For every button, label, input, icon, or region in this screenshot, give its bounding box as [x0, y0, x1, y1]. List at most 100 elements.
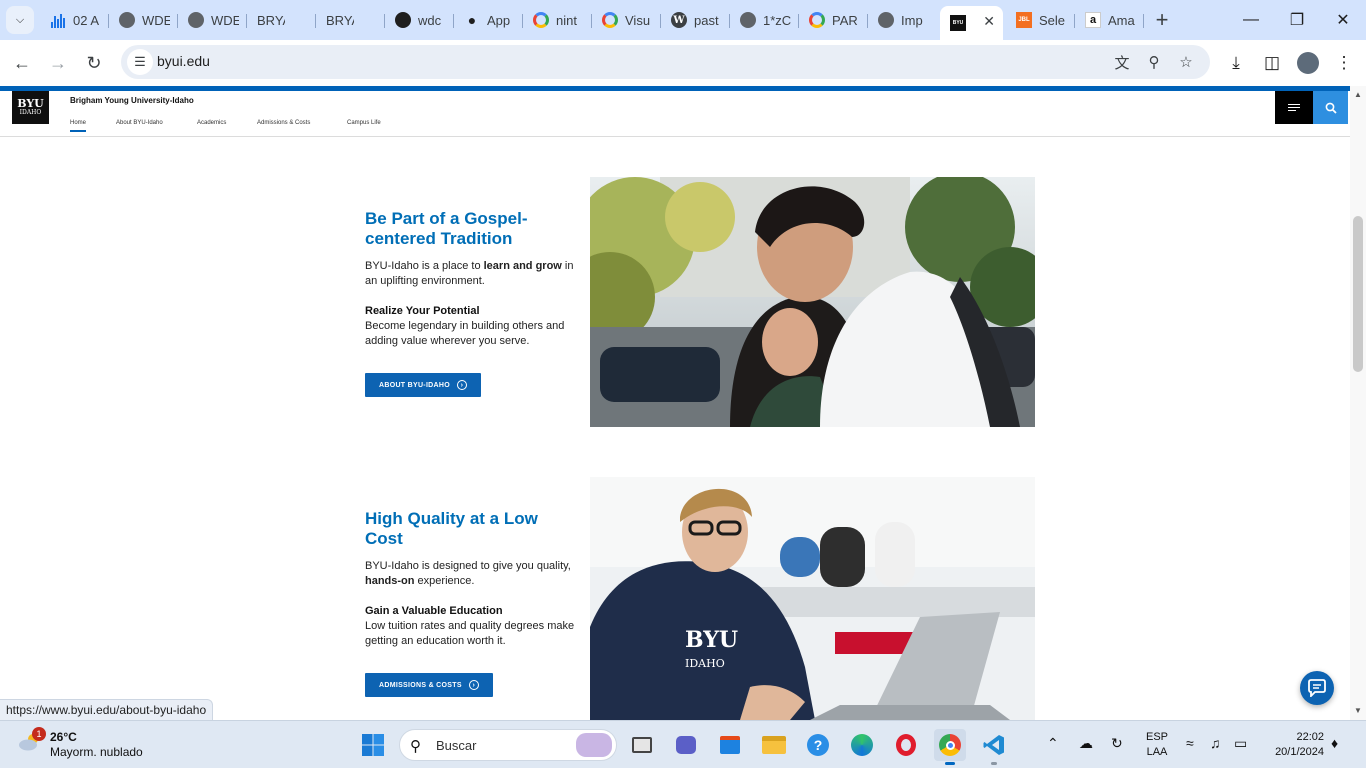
tab-search-button[interactable]: ⌵: [6, 6, 34, 34]
nav-admissions[interactable]: Admissions & Costs: [257, 120, 310, 126]
tab-8[interactable]: nint: [523, 6, 592, 34]
sync-icon[interactable]: ↻: [1111, 735, 1123, 752]
page-viewport: BYU IDAHO Brigham Young University-Idaho…: [0, 86, 1350, 720]
nav-about[interactable]: About BYU-Idaho: [116, 120, 163, 126]
tab-2[interactable]: WDE: [109, 6, 178, 34]
lang-line2: LAA: [1146, 746, 1168, 758]
byui-logo[interactable]: BYU IDAHO: [12, 91, 49, 124]
opera-icon: [896, 734, 916, 756]
tab-11[interactable]: 1*zC: [730, 6, 799, 34]
weather-widget[interactable]: 1 26°C Mayorm. nublado: [14, 727, 164, 763]
battery-icon[interactable]: ▭: [1234, 735, 1247, 752]
vscode-icon: [983, 735, 1004, 755]
chrome-icon: [939, 734, 961, 756]
tab-9[interactable]: Visu: [592, 6, 661, 34]
store-button[interactable]: [714, 729, 746, 761]
nav-academics[interactable]: Academics: [197, 120, 226, 126]
site-settings-icon[interactable]: ☰: [127, 49, 153, 75]
url-text[interactable]: byui.edu: [157, 53, 210, 69]
tips-button[interactable]: ?: [802, 729, 834, 761]
download-icon[interactable]: ⤓: [1224, 50, 1248, 76]
tab-label: Imp: [901, 12, 923, 28]
tab-1[interactable]: 02 A: [40, 6, 109, 34]
file-explorer-button[interactable]: [758, 729, 790, 761]
tab-15[interactable]: JBL Sele: [1006, 6, 1075, 34]
reload-button[interactable]: ↻: [79, 48, 109, 78]
wifi-icon[interactable]: ≈: [1186, 735, 1194, 751]
hamburger-icon: [1288, 102, 1300, 113]
onedrive-icon[interactable]: ☁: [1079, 735, 1093, 752]
menu-button[interactable]: [1275, 91, 1313, 124]
page-scrollbar[interactable]: ▲ ▼: [1350, 86, 1366, 720]
profile-avatar[interactable]: [1297, 52, 1319, 74]
zoom-icon[interactable]: ⚲: [1143, 51, 1165, 73]
tab-4[interactable]: BRYA: [247, 6, 316, 34]
logo-text: BYU: [17, 97, 44, 110]
forward-button[interactable]: →: [43, 48, 73, 78]
chevron-down-icon: ⌵: [15, 13, 25, 26]
tab-label: BRYA: [257, 12, 285, 28]
admissions-costs-button[interactable]: Admissions & Costs ›: [365, 673, 493, 697]
tab-label: BRYA: [326, 12, 354, 28]
clock[interactable]: 22:02 20/1/2024: [1262, 730, 1324, 760]
chat-icon: [1308, 679, 1326, 697]
section-heading: High Quality at a Low Cost: [365, 509, 538, 548]
lang-line1: ESP: [1145, 731, 1168, 743]
site-search-button[interactable]: [1313, 91, 1348, 124]
tab-16[interactable]: a Ama: [1075, 6, 1144, 34]
tab-label: nint: [556, 12, 577, 28]
cta-label: About BYU-Idaho: [379, 381, 450, 389]
address-bar[interactable]: ☰ byui.edu 文 ⚲ ☆: [121, 45, 1210, 79]
show-hidden-icons[interactable]: ⌃: [1047, 735, 1059, 752]
tab-7[interactable]: ● App: [454, 6, 523, 34]
vscode-button[interactable]: [978, 729, 1010, 765]
task-view-button[interactable]: [626, 729, 658, 761]
tab-label: Ama: [1108, 12, 1135, 28]
more-menu-icon[interactable]: ⋮: [1332, 50, 1356, 76]
google-icon: [809, 12, 825, 28]
scroll-thumb[interactable]: [1353, 216, 1363, 372]
jbl-icon: JBL: [1016, 12, 1032, 28]
back-button[interactable]: ←: [7, 48, 37, 78]
tab-10[interactable]: W past: [661, 6, 730, 34]
globe-icon: [188, 12, 204, 28]
side-panel-icon[interactable]: ◫: [1260, 50, 1284, 76]
tab-5[interactable]: BRYA: [316, 6, 385, 34]
notification-bell-icon[interactable]: ♦: [1331, 735, 1338, 751]
tab-12[interactable]: PAR: [799, 6, 868, 34]
translate-icon[interactable]: 文: [1111, 51, 1133, 73]
scroll-up-icon[interactable]: ▲: [1354, 90, 1362, 99]
opera-button[interactable]: [890, 729, 922, 761]
section-subheading: Realize Your Potential: [365, 305, 480, 317]
taskbar-search[interactable]: ⚲ Buscar: [399, 729, 617, 761]
github-icon: [395, 12, 411, 28]
minimize-button[interactable]: —: [1228, 0, 1274, 40]
teams-chat-button[interactable]: [670, 729, 702, 761]
restore-button[interactable]: ❐: [1274, 0, 1320, 40]
tab-label: wdc: [418, 12, 442, 28]
tab-label: Sele: [1039, 12, 1066, 28]
close-window-button[interactable]: ✕: [1320, 0, 1366, 40]
bar-chart-icon: [50, 12, 66, 28]
nav-campus-life[interactable]: Campus Life: [347, 120, 381, 126]
about-byui-button[interactable]: About BYU-Idaho ›: [365, 373, 481, 397]
start-button[interactable]: [357, 729, 389, 761]
edge-button[interactable]: [846, 729, 878, 761]
new-tab-button[interactable]: +: [1150, 6, 1174, 34]
tab-13[interactable]: Imp: [868, 6, 937, 34]
bookmark-star-icon[interactable]: ☆: [1175, 51, 1197, 73]
volume-icon[interactable]: ♫: [1210, 735, 1221, 751]
nav-home[interactable]: Home: [70, 120, 87, 132]
close-tab-icon[interactable]: ✕: [983, 13, 995, 30]
scroll-down-icon[interactable]: ▼: [1354, 706, 1362, 715]
site-name[interactable]: Brigham Young University-Idaho: [70, 96, 194, 105]
chat-button[interactable]: [1300, 671, 1334, 705]
tab-3[interactable]: WDE: [178, 6, 247, 34]
tab-active-byui[interactable]: BYU ✕: [940, 6, 1003, 40]
input-language[interactable]: ESP LAA: [1143, 730, 1171, 760]
tab-strip: ⌵ 02 A WDE WDE BRYA BRYA wdc ● App nint …: [0, 0, 1366, 40]
tab-label: 1*zC: [763, 12, 791, 28]
tab-6[interactable]: wdc: [385, 6, 454, 34]
chrome-button[interactable]: [934, 729, 966, 765]
site-header: BYU IDAHO Brigham Young University-Idaho…: [0, 91, 1350, 137]
